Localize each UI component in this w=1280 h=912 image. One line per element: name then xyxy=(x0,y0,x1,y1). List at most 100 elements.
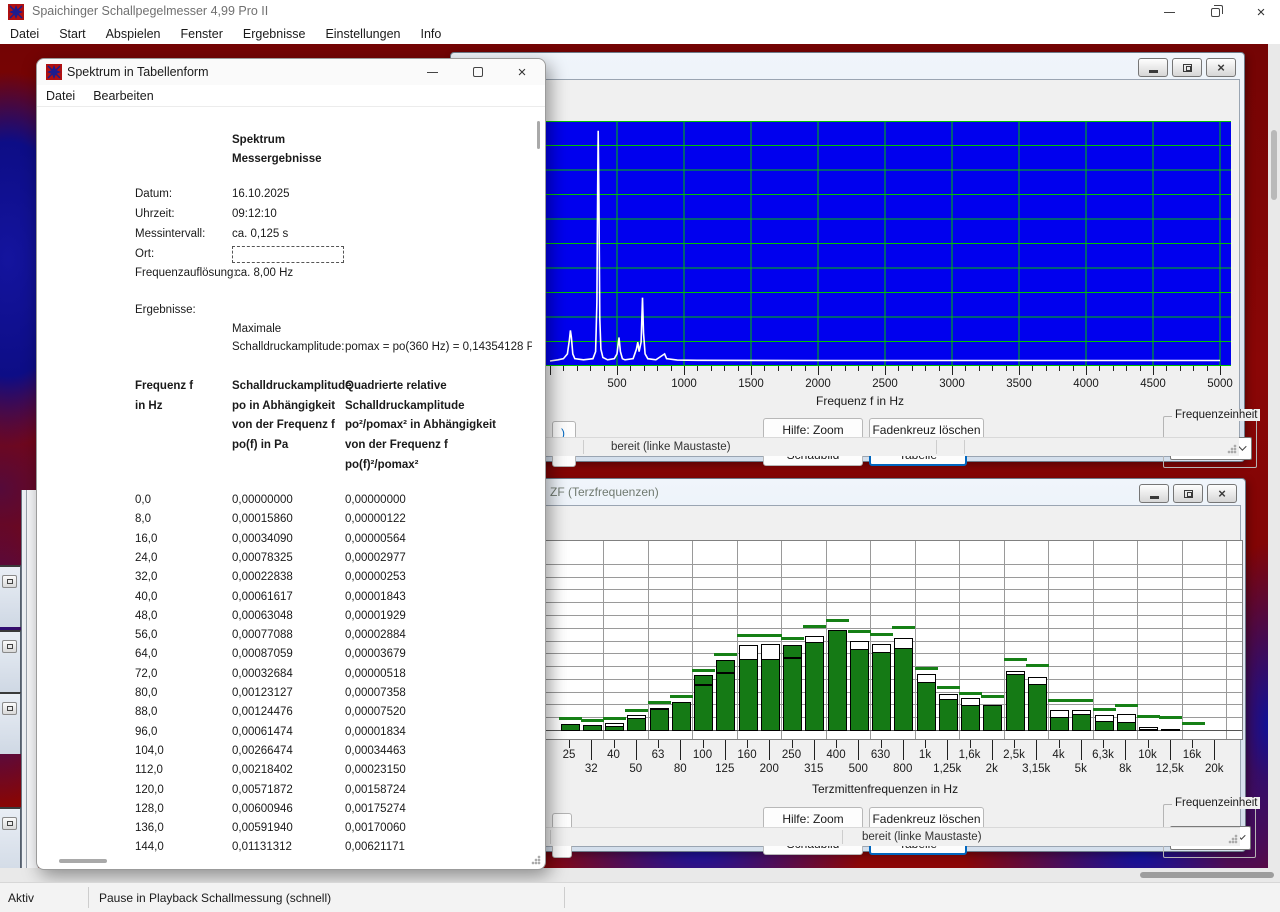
table-vertical-scrollbar[interactable] xyxy=(537,121,540,149)
bar xyxy=(1028,684,1047,731)
spectrum-window: × 50010001500200025003000350040004500500… xyxy=(450,52,1245,462)
x-axis-tick-label: 20k xyxy=(1192,763,1236,775)
resize-grip[interactable] xyxy=(1227,444,1237,454)
main-minimize-button[interactable] xyxy=(1146,0,1192,24)
bar xyxy=(1050,717,1069,731)
ort-input[interactable] xyxy=(232,246,344,263)
table-row-relative: 0,00007358 xyxy=(345,687,406,699)
x-axis-tick xyxy=(1113,366,1114,371)
table-row-relative: 0,00034463 xyxy=(345,745,406,757)
table-row-amplitude: 0,01131312 xyxy=(232,841,292,853)
restore-window-button[interactable] xyxy=(2,640,17,653)
table-row-frequency: 112,0 xyxy=(135,764,163,776)
column-header: po²/pomax² in Abhängigkeit xyxy=(345,419,496,431)
table-row-amplitude: 0,00571872 xyxy=(232,784,293,796)
menu-start[interactable]: Start xyxy=(49,24,95,44)
terz-status-text: bereit (linke Maustaste) xyxy=(862,831,982,843)
menu-abspielen[interactable]: Abspielen xyxy=(96,24,171,44)
table-row-relative: 0,00000253 xyxy=(345,571,406,583)
max-hold-dash xyxy=(981,695,1004,698)
table-row-frequency: 0,0 xyxy=(135,494,151,506)
main-close-button[interactable]: × xyxy=(1238,0,1280,24)
main-statusbar: Aktiv Pause in Playback Schallmessung (s… xyxy=(0,882,1280,912)
menu-bearbeiten[interactable]: Bearbeiten xyxy=(84,89,162,103)
window-icon xyxy=(46,64,62,80)
menu-datei[interactable]: Datei xyxy=(37,89,84,103)
x-axis-tick xyxy=(684,366,685,375)
menu-datei[interactable]: Datei xyxy=(0,24,49,44)
app-icon xyxy=(8,4,24,20)
mdi-vertical-scrollbar[interactable] xyxy=(1268,44,1280,868)
spectrum-restore-button[interactable] xyxy=(1172,58,1202,77)
terz-close-button[interactable]: × xyxy=(1207,484,1237,503)
table-row-frequency: 80,0 xyxy=(135,687,157,699)
x-axis-tick xyxy=(617,366,618,375)
statusbar-separator xyxy=(583,440,584,454)
bar xyxy=(983,705,1002,731)
spectrum-window-titlebar[interactable]: × xyxy=(451,53,1244,79)
restore-window-button[interactable] xyxy=(2,575,17,588)
x-axis-tick-label: 5000 xyxy=(1198,378,1242,390)
table-minimize-button[interactable] xyxy=(409,60,455,84)
minimized-window-strip[interactable] xyxy=(0,565,21,627)
scrollbar-thumb[interactable] xyxy=(1140,872,1274,878)
statusbar-separator xyxy=(842,830,843,844)
max-hold-dash xyxy=(559,717,582,720)
restore-window-button[interactable] xyxy=(2,817,17,830)
terz-window-titlebar[interactable]: ZF (Terzfrequenzen) × xyxy=(457,479,1245,505)
spectrum-axis-title: Frequenz f in Hz xyxy=(816,394,904,408)
x-axis-tick-label: 400 xyxy=(814,749,858,761)
terz-axis-title: Terzmittenfrequenzen in Hz xyxy=(812,782,958,796)
field-label: Datum: xyxy=(135,188,172,200)
restore-icon xyxy=(7,579,13,584)
main-restore-button[interactable] xyxy=(1192,0,1238,24)
minimized-window-strip[interactable] xyxy=(0,630,21,692)
terz-restore-button[interactable] xyxy=(1173,484,1203,503)
menu-info[interactable]: Info xyxy=(411,24,452,44)
menu-fenster[interactable]: Fenster xyxy=(171,24,233,44)
resize-grip[interactable] xyxy=(1228,834,1238,844)
menu-einstellungen[interactable]: Einstellungen xyxy=(315,24,410,44)
x-axis-tick xyxy=(1126,366,1127,371)
table-row-amplitude: 0,00600946 xyxy=(232,803,293,815)
doc-heading: Spektrum xyxy=(232,134,285,146)
x-axis-tick-label: 16k xyxy=(1170,749,1214,761)
x-axis-tick xyxy=(791,366,792,371)
terz-window-title: ZF (Terzfrequenzen) xyxy=(550,485,659,499)
statusbar-separator xyxy=(964,440,965,454)
table-window-titlebar[interactable]: Spektrum in Tabellenform × xyxy=(37,59,545,85)
menu-ergebnisse[interactable]: Ergebnisse xyxy=(233,24,316,44)
x-axis-tick xyxy=(724,366,725,371)
x-axis-tick xyxy=(738,366,739,371)
column-header: po(f) in Pa xyxy=(232,439,288,451)
table-row-amplitude: 0,00034090 xyxy=(232,533,293,545)
chevron-down-icon xyxy=(1238,442,1246,450)
x-axis-tick xyxy=(1220,366,1221,375)
x-axis-tick-label: 40 xyxy=(592,749,636,761)
x-axis-tick-label: 1k xyxy=(903,749,947,761)
minimized-window-strip[interactable] xyxy=(0,692,21,754)
resize-grip[interactable] xyxy=(531,855,541,865)
app-root: { "main_window": { "title": "Spaichinger… xyxy=(0,0,1280,912)
terz-window-body: 2532405063801001251602002503154005006308… xyxy=(461,505,1241,847)
x-axis-tick xyxy=(577,366,578,371)
spectrum-chart[interactable] xyxy=(462,121,1231,366)
max-value: pomax = po(360 Hz) = 0,14354128 Pa xyxy=(345,341,532,353)
scrollbar-thumb[interactable] xyxy=(1271,130,1277,200)
gridline-h xyxy=(469,589,1242,590)
spectrum-minimize-button[interactable] xyxy=(1138,58,1168,77)
table-row-relative: 0,00158724 xyxy=(345,784,406,796)
x-axis-tick xyxy=(818,366,819,375)
table-horizontal-scrollbar[interactable] xyxy=(59,859,107,863)
restore-window-button[interactable] xyxy=(2,702,17,715)
spectrum-close-button[interactable]: × xyxy=(1206,58,1236,77)
mdi-horizontal-scrollbar[interactable] xyxy=(0,868,1280,882)
terz-chart[interactable] xyxy=(468,540,1243,740)
table-row-frequency: 96,0 xyxy=(135,726,157,738)
bar xyxy=(739,659,758,732)
table-maximize-button[interactable] xyxy=(455,60,501,84)
table-close-button[interactable]: × xyxy=(499,60,545,84)
terz-minimize-button[interactable] xyxy=(1139,484,1169,503)
table-row-amplitude: 0,00078325 xyxy=(232,552,293,564)
table-row-relative: 0,00002977 xyxy=(345,552,406,564)
